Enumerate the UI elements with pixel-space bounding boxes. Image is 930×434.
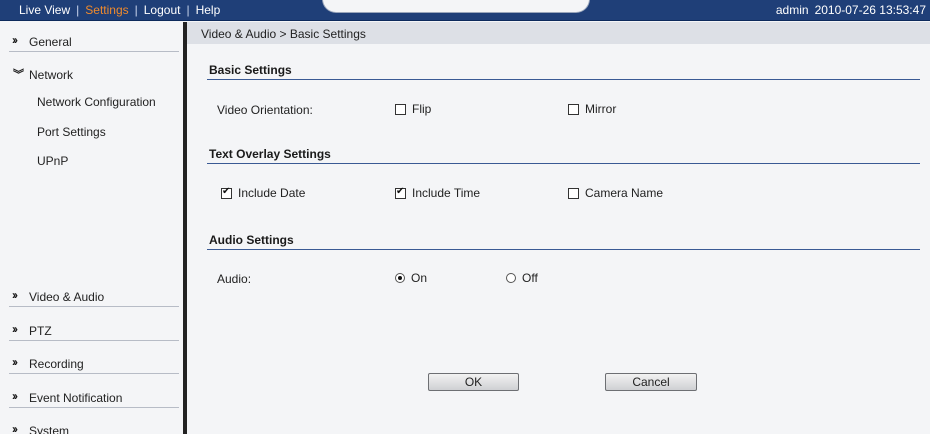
sidebar-divider bbox=[183, 22, 187, 434]
include-date-checkbox[interactable]: Include Date bbox=[221, 186, 305, 200]
sidebar-section-label: Event Notification bbox=[29, 391, 123, 405]
mirror-label: Mirror bbox=[585, 102, 617, 116]
nav-help[interactable]: Help bbox=[196, 3, 221, 17]
chevron-right-icon: ›› bbox=[12, 422, 18, 434]
mirror-checkbox[interactable]: Mirror bbox=[568, 102, 616, 116]
audio-settings-rule bbox=[207, 249, 920, 250]
ok-button[interactable]: OK bbox=[428, 373, 519, 391]
chevron-right-icon: ›› bbox=[12, 322, 18, 336]
chevron-down-icon: ︾ bbox=[13, 69, 24, 81]
chevron-right-icon: ›› bbox=[12, 355, 18, 369]
top-nav: Live View | Settings | Logout | Help bbox=[19, 3, 221, 17]
sidebar-section-event-notification[interactable]: ›› Event Notification bbox=[9, 385, 179, 408]
audio-on-radio[interactable]: On bbox=[395, 271, 427, 285]
include-date-label: Include Date bbox=[238, 186, 306, 200]
video-orientation-label: Video Orientation: bbox=[217, 103, 313, 117]
sidebar-section-label: Network bbox=[29, 68, 74, 82]
include-time-label: Include Time bbox=[412, 186, 481, 200]
sidebar-section-recording[interactable]: ›› Recording bbox=[9, 351, 179, 374]
flip-label: Flip bbox=[412, 102, 432, 116]
audio-off-label: Off bbox=[522, 271, 538, 285]
radio-icon bbox=[506, 273, 516, 283]
audio-settings-title: Audio Settings bbox=[209, 233, 294, 247]
text-overlay-title: Text Overlay Settings bbox=[209, 147, 331, 161]
user-info: admin 2010-07-26 13:53:47 bbox=[776, 3, 926, 17]
basic-settings-title: Basic Settings bbox=[209, 63, 292, 77]
nav-logout[interactable]: Logout bbox=[144, 3, 181, 17]
sidebar-section-video-audio[interactable]: ›› Video & Audio bbox=[9, 284, 179, 307]
top-tab-shape bbox=[322, 0, 590, 13]
sidebar-item-network-configuration[interactable]: Network Configuration bbox=[37, 95, 156, 109]
nav-live-view[interactable]: Live View bbox=[19, 3, 70, 17]
include-time-checkbox[interactable]: Include Time bbox=[395, 186, 480, 200]
sidebar-section-network[interactable]: ︾ Network bbox=[9, 62, 179, 85]
sidebar-section-label: Video & Audio bbox=[29, 290, 105, 304]
checkbox-icon bbox=[568, 103, 579, 115]
chevron-right-icon: ›› bbox=[12, 389, 18, 403]
checkbox-icon bbox=[568, 187, 579, 199]
sidebar-section-label: System bbox=[29, 424, 70, 434]
sidebar-item-port-settings[interactable]: Port Settings bbox=[37, 125, 106, 139]
sidebar-section-label: PTZ bbox=[29, 324, 52, 338]
checkbox-icon bbox=[395, 103, 406, 115]
radio-selected-icon bbox=[395, 273, 405, 283]
sidebar-item-upnp[interactable]: UPnP bbox=[37, 154, 68, 168]
nav-settings[interactable]: Settings bbox=[85, 3, 128, 17]
cancel-button[interactable]: Cancel bbox=[605, 373, 697, 391]
audio-label: Audio: bbox=[217, 272, 252, 286]
audio-off-radio[interactable]: Off bbox=[506, 271, 538, 285]
sidebar-section-label: General bbox=[29, 35, 72, 49]
breadcrumb-bar: Video & Audio > Basic Settings bbox=[187, 22, 930, 44]
checkbox-checked-icon bbox=[221, 186, 232, 199]
chevron-right-icon: ›› bbox=[12, 33, 18, 47]
flip-checkbox[interactable]: Flip bbox=[395, 102, 431, 116]
camera-name-checkbox[interactable]: Camera Name bbox=[568, 186, 663, 200]
sidebar-section-system[interactable]: ›› System bbox=[9, 418, 179, 434]
audio-on-label: On bbox=[411, 271, 428, 285]
checkbox-checked-icon bbox=[395, 186, 406, 199]
sidebar-section-ptz[interactable]: ›› PTZ bbox=[9, 318, 179, 341]
sidebar-section-general[interactable]: ›› General bbox=[9, 29, 179, 52]
breadcrumb: Video & Audio > Basic Settings bbox=[201, 27, 366, 41]
username: admin bbox=[775, 3, 809, 17]
chevron-right-icon: ›› bbox=[12, 288, 18, 302]
text-overlay-rule bbox=[207, 163, 920, 164]
sidebar-section-label: Recording bbox=[29, 357, 84, 371]
top-bar: Live View | Settings | Logout | Help admin 2010… bbox=[0, 0, 930, 21]
camera-name-label: Camera Name bbox=[585, 186, 664, 200]
datetime: 2010-07-26 13:53:47 bbox=[814, 3, 926, 17]
basic-settings-rule bbox=[207, 79, 920, 80]
